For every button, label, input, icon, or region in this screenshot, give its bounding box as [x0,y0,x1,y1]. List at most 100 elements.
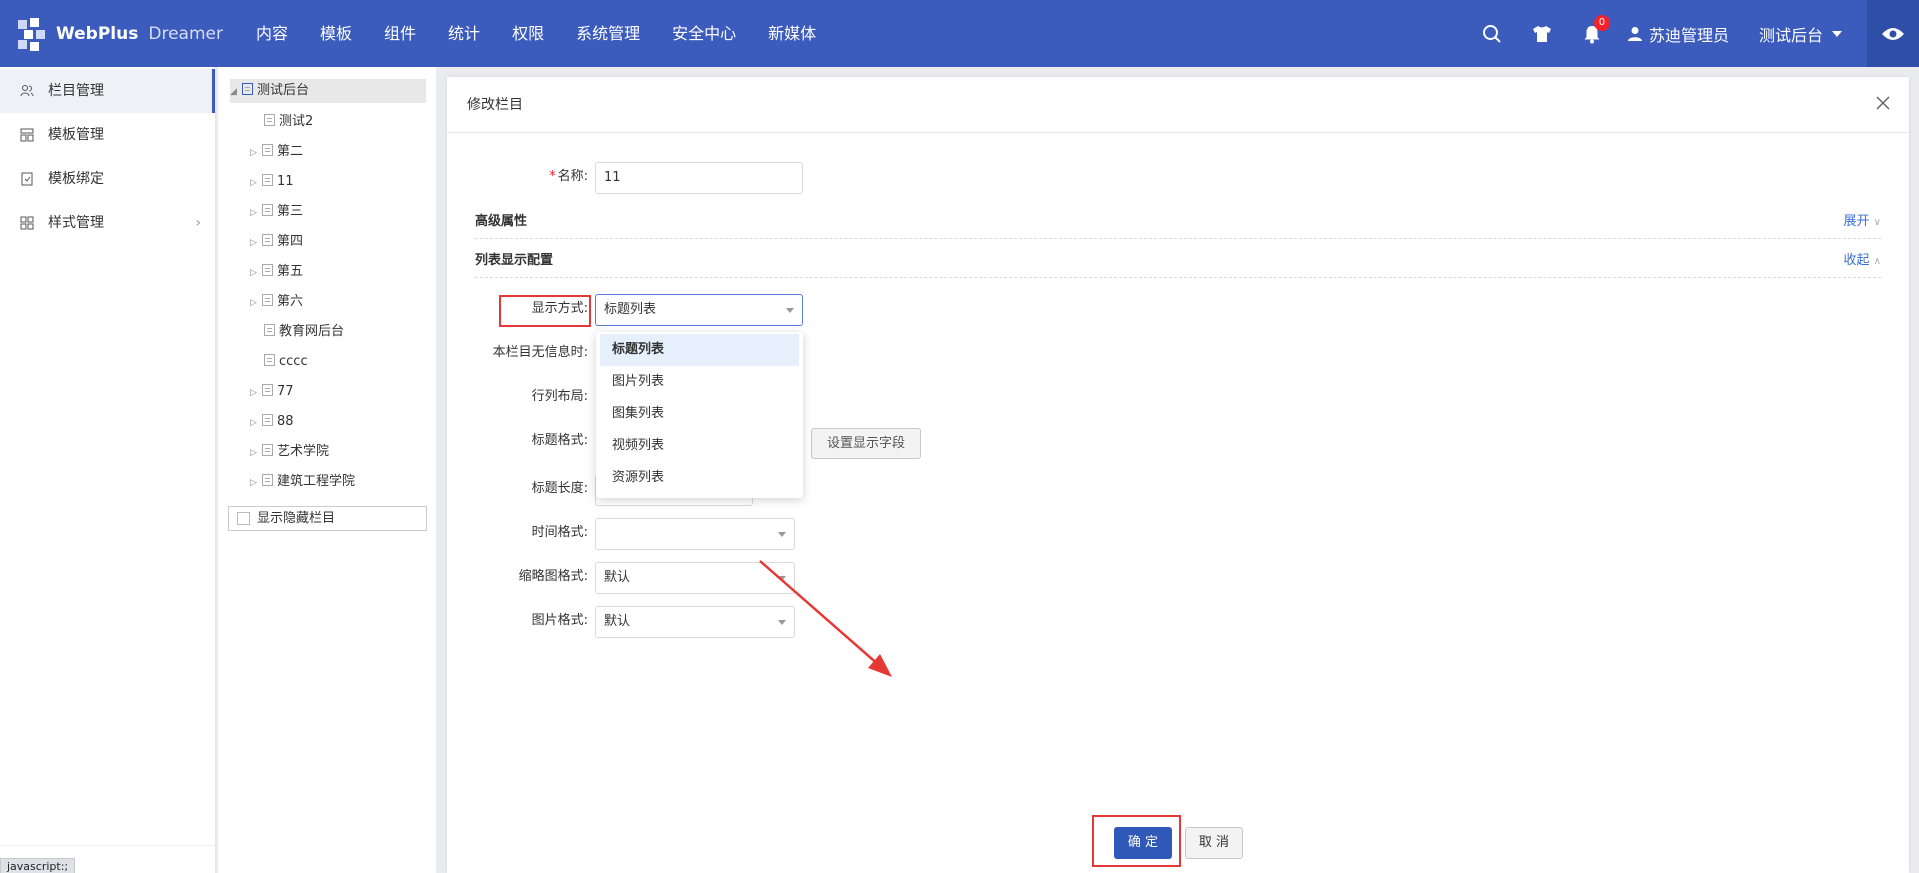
nav-content[interactable]: 内容 [240,0,304,67]
tree-node[interactable]: ▷ 第六 [250,290,303,314]
user-icon [1627,26,1642,41]
tree-expand-icon[interactable]: ▷ [250,201,262,225]
doc-icon [262,234,273,246]
thumbnail-format-label: 缩略图格式: [518,569,588,584]
chevron-double-up-icon: ∧ [1873,256,1881,267]
tree-expand-icon[interactable]: ▷ [250,141,262,165]
tree-expand-icon[interactable]: ▷ [250,381,262,405]
chevron-double-down-icon: ∨ [1873,217,1881,228]
sidebar-item-label: 模板管理 [48,127,104,143]
list-display-config-title: 列表显示配置 [475,253,554,268]
dialog-title: 修改栏目 [467,97,523,113]
logo[interactable]: WebPlus Dreamer [14,16,223,52]
dropdown-option-resource-list[interactable]: 资源列表 [600,462,799,494]
display-mode-dropdown: 标题列表 图片列表 图集列表 视频列表 资源列表 [596,332,803,498]
grid-icon [20,216,34,230]
doc-icon [262,474,273,486]
doc-icon [262,384,273,396]
title-format-label: 标题格式: [531,433,588,448]
tree-node[interactable]: 测试2 [252,110,313,134]
sidebar-item-label: 样式管理 [48,215,104,231]
site-selector[interactable]: 测试后台 [1747,0,1867,67]
close-icon[interactable] [1871,91,1895,115]
image-format-select[interactable]: 默认 [595,606,795,638]
brand-sub: Dreamer [148,24,223,44]
sidebar-item-column-management[interactable]: 栏目管理 [0,69,215,113]
notification-bell-icon[interactable]: 0 [1567,0,1617,67]
tree-expand-icon[interactable]: ▷ [250,411,262,435]
image-format-label: 图片格式: [531,613,588,628]
people-icon [20,85,34,97]
time-format-label: 时间格式: [531,525,588,540]
main-nav: 内容 模板 组件 统计 权限 系统管理 安全中心 新媒体 [240,0,832,67]
list-config-collapse-link[interactable]: 收起 ∧ [1844,249,1881,268]
preview-eye-icon[interactable] [1867,0,1919,67]
dialog-header: 修改栏目 [447,77,1909,133]
checkbox[interactable] [237,512,250,525]
sidebar-item-style-management[interactable]: 样式管理 › [0,201,215,245]
tree-node[interactable]: ▷ 艺术学院 [250,440,329,464]
dropdown-option-video-list[interactable]: 视频列表 [600,430,799,462]
theme-shirt-icon[interactable] [1517,0,1567,67]
empty-info-label: 本栏目无信息时: [492,345,588,360]
doc-icon [242,83,253,95]
doc-icon [262,444,273,456]
caret-down-icon [1832,30,1842,37]
doc-icon [262,294,273,306]
advanced-expand-link[interactable]: 展开 ∨ [1844,210,1881,229]
doc-icon [262,174,273,186]
sidebar-item-template-management[interactable]: 模板管理 [0,113,215,157]
nav-permission[interactable]: 权限 [496,0,560,67]
tree-node[interactable]: ▷ 建筑工程学院 [250,470,355,494]
user-name: 苏迪管理员 [1648,25,1729,45]
tree-node[interactable]: ▷ 第三 [250,200,303,224]
template-icon [20,128,34,142]
sidebar-item-template-binding[interactable]: 模板绑定 [0,157,215,201]
tree-node[interactable]: ▷ 第五 [250,260,303,284]
tree-node[interactable]: ▷ 第四 [250,230,303,254]
status-bar-url: javascript:; [0,858,76,873]
dropdown-option-title-list[interactable]: 标题列表 [600,334,799,366]
bind-icon [21,172,33,186]
nav-statistics[interactable]: 统计 [432,0,496,67]
site-name: 测试后台 [1758,25,1823,45]
dropdown-option-gallery-list[interactable]: 图集列表 [600,398,799,430]
tree-node[interactable]: cccc [252,350,308,374]
tree-node[interactable]: ▷ 第二 [250,140,303,164]
tree-expand-icon[interactable]: ▷ [250,231,262,255]
show-hidden-columns-toggle[interactable]: 显示隐藏栏目 [228,506,427,531]
nav-new-media[interactable]: 新媒体 [752,0,832,67]
tree-node[interactable]: ▷ 88 [250,410,294,434]
tree-expand-icon[interactable]: ▷ [250,441,262,465]
tree-node-root[interactable]: ◢ 测试后台 [230,79,426,103]
tree-expand-icon[interactable]: ▷ [250,171,262,195]
nav-component[interactable]: 组件 [368,0,432,67]
doc-icon [264,354,275,366]
tree-node[interactable]: 教育网后台 [252,320,344,344]
brand-name: WebPlus [56,24,139,44]
thumbnail-format-select[interactable]: 默认 [595,562,795,594]
doc-icon [264,324,275,336]
chevron-right-icon: › [195,215,201,231]
search-icon[interactable] [1467,0,1517,67]
doc-icon [262,204,273,216]
cancel-button[interactable]: 取 消 [1185,827,1243,859]
display-mode-select[interactable]: 标题列表 [595,294,803,326]
tree-node[interactable]: ▷ 11 [250,170,294,194]
tree-collapse-icon[interactable]: ◢ [230,80,242,104]
set-display-fields-button[interactable]: 设置显示字段 [811,428,921,459]
annotation-highlight-box [499,295,591,327]
tree-expand-icon[interactable]: ▷ [250,261,262,285]
name-input[interactable]: 11 [595,162,803,194]
nav-template[interactable]: 模板 [304,0,368,67]
tree-node[interactable]: ▷ 77 [250,380,294,404]
divider [475,238,1881,239]
tree-expand-icon[interactable]: ▷ [250,471,262,495]
time-format-select[interactable] [595,518,795,550]
nav-security[interactable]: 安全中心 [656,0,752,67]
dropdown-option-image-list[interactable]: 图片列表 [600,366,799,398]
tree-expand-icon[interactable]: ▷ [250,291,262,315]
user-menu[interactable]: 苏迪管理员 [1617,0,1747,67]
logo-mark-icon [14,16,50,52]
nav-system[interactable]: 系统管理 [560,0,656,67]
